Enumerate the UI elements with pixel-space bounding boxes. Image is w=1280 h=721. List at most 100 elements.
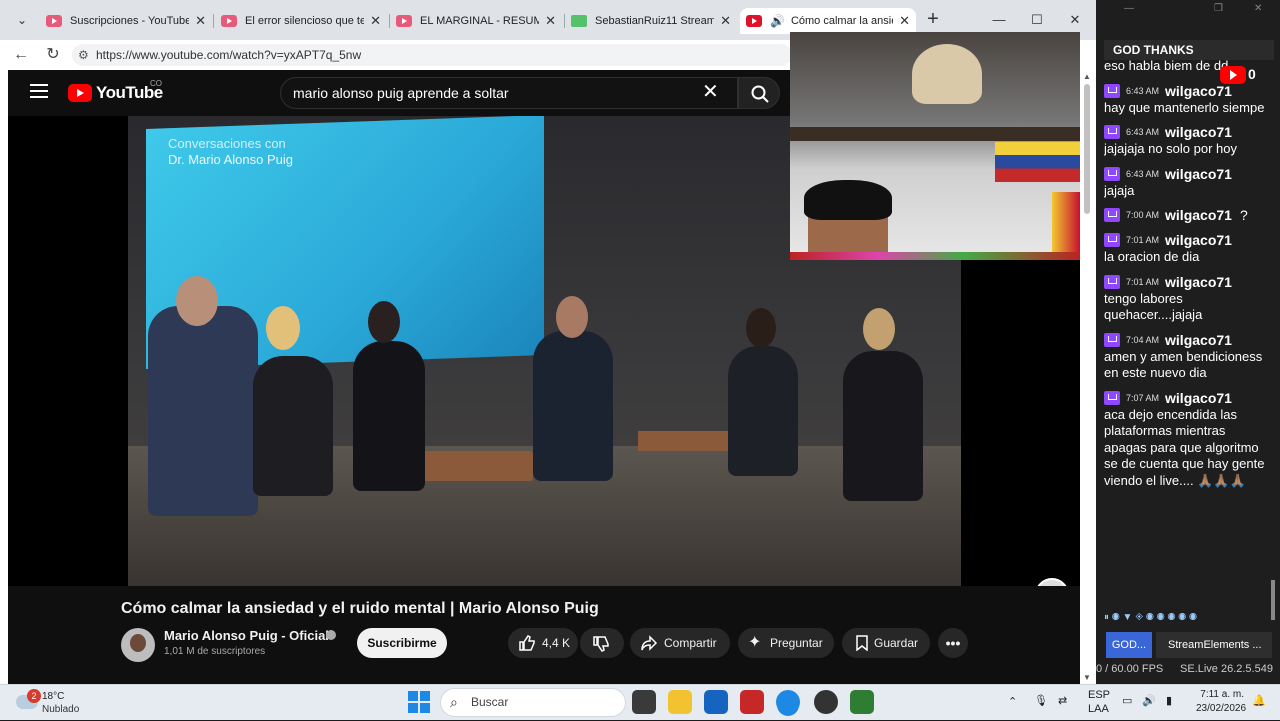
store-icon[interactable] — [704, 690, 728, 714]
tab-como-calmar[interactable]: 🔊 Cómo calmar la ansieda ✕ — [740, 8, 916, 34]
search-button[interactable] — [738, 77, 780, 109]
like-button[interactable]: 4,4 K — [508, 628, 578, 658]
chevron-up-icon[interactable]: ⌃ — [1008, 695, 1017, 708]
scrollbar-thumb[interactable] — [1084, 84, 1090, 214]
viewer-count: 0 — [1248, 66, 1256, 82]
close-tab-icon[interactable]: ✕ — [195, 13, 206, 29]
minimize-icon[interactable]: — — [1124, 3, 1134, 14]
channel-watermark-avatar[interactable] — [1035, 578, 1069, 586]
tab-search-button[interactable]: ⌄ — [8, 8, 36, 32]
tab-title: SebastianRuiz11 Stream - W — [595, 15, 715, 27]
message-text: tengo labores quehacer....jajaja — [1104, 290, 1203, 323]
hamburger-menu-icon[interactable] — [30, 84, 48, 98]
message-user[interactable]: wilgaco71 — [1165, 232, 1232, 248]
more-actions-button[interactable]: ••• — [938, 628, 968, 658]
message-user[interactable]: wilgaco71 — [1165, 83, 1232, 99]
ask-label: Preguntar — [770, 636, 823, 650]
message-user[interactable]: wilgaco71 — [1165, 390, 1232, 406]
taskbar: 2 18°C Nublado ⌕ Buscar ⌃ 🎙 ⇄ ESP LAA ▭ … — [0, 684, 1280, 720]
save-label: Guardar — [874, 636, 919, 650]
save-button[interactable]: Guardar — [842, 628, 930, 658]
taskbar-search[interactable]: ⌕ Buscar — [440, 688, 626, 717]
chat-message: 6:43 AM wilgaco71 jajaja — [1104, 165, 1266, 200]
video-person — [843, 351, 923, 501]
tab-title: Suscripciones - YouTube — [70, 15, 190, 27]
file-explorer-icon[interactable] — [668, 690, 692, 714]
tab-sebastianruiz-stream[interactable]: SebastianRuiz11 Stream - W ✕ — [565, 8, 737, 34]
youtube-logo-icon[interactable] — [68, 84, 92, 102]
language-line1[interactable]: ESP — [1088, 689, 1110, 701]
scrollbar-thumb[interactable] — [1271, 580, 1275, 620]
scroll-up-icon[interactable]: ▲ — [1083, 72, 1091, 81]
message-user[interactable]: wilgaco71 — [1165, 166, 1232, 182]
app-icon[interactable] — [740, 690, 764, 714]
video-person — [533, 331, 613, 481]
speaker-icon[interactable]: 🔊 — [770, 14, 785, 28]
subscribe-button[interactable]: Suscribirme — [357, 628, 447, 658]
network-icon[interactable]: ⇄ — [1058, 694, 1067, 707]
restore-icon[interactable]: ❐ — [1214, 3, 1223, 14]
display-icon[interactable]: ▭ — [1122, 694, 1132, 707]
close-icon[interactable]: ✕ — [1254, 3, 1262, 14]
share-button[interactable]: Compartir — [630, 628, 730, 658]
ask-button[interactable]: ✦ Preguntar — [738, 628, 834, 658]
message-user[interactable]: wilgaco71 — [1165, 207, 1232, 223]
close-tab-icon[interactable]: ✕ — [370, 13, 381, 29]
chat-scrollbar[interactable] — [1270, 60, 1276, 620]
youtube-icon — [221, 15, 237, 27]
tab-suscripciones[interactable]: Suscripciones - YouTube ✕ — [40, 8, 212, 34]
start-button[interactable] — [408, 691, 430, 713]
clock[interactable]: 7:11 a. m. 23/02/2026 — [1196, 688, 1246, 716]
chat-header: GOD THANKS — [1104, 40, 1274, 60]
close-tab-icon[interactable]: ✕ — [545, 13, 556, 29]
battery-icon[interactable]: ▮ — [1166, 694, 1172, 707]
edge-browser-icon[interactable] — [776, 690, 800, 714]
new-tab-button[interactable]: + — [922, 8, 944, 32]
webcam-shelf — [790, 127, 1080, 141]
message-text: jajaja — [1104, 182, 1135, 198]
message-time: 6:43 AM — [1126, 127, 1160, 137]
url-field[interactable]: ⚙ https://www.youtube.com/watch?v=yxAPT7… — [72, 44, 792, 66]
volume-icon[interactable]: 🔊 — [1142, 694, 1156, 707]
reload-button[interactable]: ↻ — [42, 44, 64, 66]
weather-temp: 18°C — [42, 691, 65, 702]
clear-search-icon[interactable]: ✕ — [702, 82, 719, 102]
minimize-button[interactable]: — — [983, 8, 1015, 32]
site-info-icon[interactable]: ⚙ — [78, 44, 89, 66]
maximize-button[interactable]: ☐ — [1021, 8, 1053, 32]
back-button[interactable]: ← — [10, 44, 32, 66]
twitch-icon — [1104, 166, 1120, 181]
tab-el-marginal[interactable]: EL MARGINAL - RESUMEN D ✕ — [390, 8, 562, 34]
weather-widget[interactable]: 2 18°C Nublado — [16, 689, 106, 717]
close-tab-icon[interactable]: ✕ — [899, 13, 910, 29]
notification-bell-icon[interactable]: 🔔 — [1252, 694, 1266, 707]
tab-god-thanks[interactable]: GOD... — [1106, 632, 1152, 658]
share-icon — [641, 635, 658, 651]
video-person — [353, 341, 425, 491]
message-text: la oracion de dia — [1104, 249, 1200, 264]
microphone-icon[interactable]: 🎙 — [1034, 694, 1048, 707]
message-time: 7:07 AM — [1126, 392, 1160, 403]
channel-name[interactable]: Mario Alonso Puig - Oficial — [164, 628, 329, 643]
youtube-icon — [1220, 66, 1246, 84]
task-view-icon[interactable] — [632, 690, 656, 714]
message-text: aca dejo encendida las plataformas mient… — [1104, 406, 1265, 488]
message-user[interactable]: wilgaco71 — [1165, 124, 1232, 140]
tab-streamelements[interactable]: StreamElements ... — [1156, 632, 1272, 658]
dislike-button[interactable] — [580, 628, 624, 658]
channel-avatar[interactable] — [121, 628, 155, 662]
language-line2[interactable]: LAA — [1088, 703, 1109, 715]
message-user[interactable]: wilgaco71 — [1165, 332, 1232, 348]
scroll-down-icon[interactable]: ▼ — [1083, 673, 1091, 682]
search-input[interactable]: mario alonso puig aprende a soltar — [280, 77, 738, 109]
video-person-head — [368, 301, 400, 343]
message-time: 7:01 AM — [1126, 276, 1160, 287]
message-user[interactable]: wilgaco71 — [1165, 274, 1232, 290]
page-scrollbar[interactable]: ▲ ▼ — [1080, 70, 1096, 684]
close-tab-icon[interactable]: ✕ — [720, 13, 731, 29]
tab-title: EL MARGINAL - RESUMEN D — [420, 15, 540, 27]
obs-icon[interactable] — [814, 690, 838, 714]
close-window-button[interactable]: ✕ — [1059, 8, 1091, 32]
chat-app-icon[interactable] — [850, 690, 874, 714]
tab-error-silencioso[interactable]: El error silencioso que te fren ✕ — [215, 8, 387, 34]
